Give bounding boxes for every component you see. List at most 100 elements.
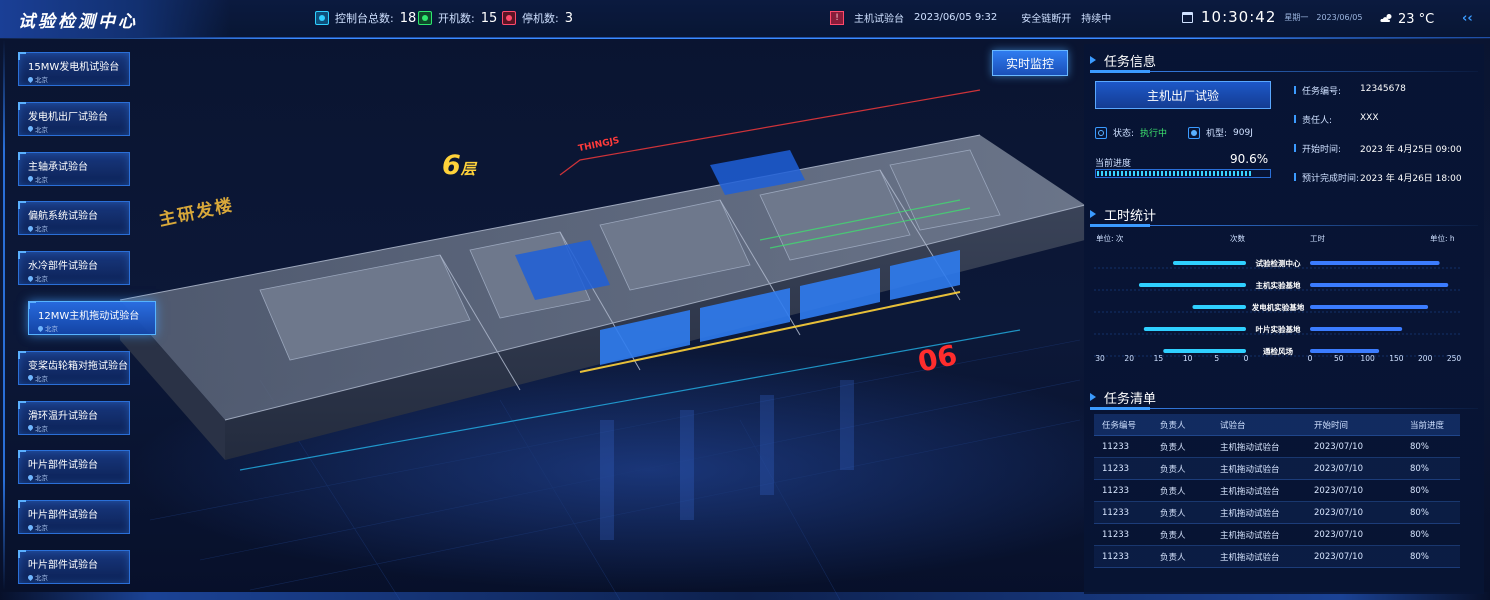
temperature: 23 °C: [1398, 12, 1435, 27]
bench-item[interactable]: 叶片部件试验台 北京: [18, 500, 130, 535]
table-cell: 80%: [1410, 529, 1429, 540]
right-axis-tick: 50: [1334, 354, 1344, 363]
table-cell: 主机拖动试验台: [1220, 442, 1280, 453]
realtime-monitor-button[interactable]: 实时监控: [992, 50, 1068, 76]
column-header: 任务编号: [1102, 420, 1137, 431]
table-cell: 11233: [1102, 551, 1130, 562]
left-axis-tick: 20: [1124, 354, 1134, 363]
table-cell: 负责人: [1160, 486, 1186, 497]
unit-right-label: 单位: h: [1430, 233, 1455, 243]
left-axis-tick: 10: [1183, 354, 1193, 363]
bench-location: 北京: [26, 124, 48, 134]
table-row[interactable]: 11233 负责人 主机拖动试验台 2023/07/10 80%: [1094, 524, 1460, 546]
location-pin-icon: [26, 424, 35, 432]
bench-name: 发电机出厂试验台: [28, 111, 108, 123]
bench-location: 北京: [26, 472, 48, 482]
bench-location: 北京: [26, 373, 48, 383]
hours-chart: 单位: 次 次数 工时 单位: h 试验检测中心主机实验基地发电机实验基地叶片实验基地通…: [1094, 233, 1462, 363]
bench-name: 变桨齿轮箱对拖试验台: [28, 360, 128, 372]
task-field-eta: 预计完成时间: 2023 年 4月26日 18:00: [1294, 171, 1462, 184]
bench-item[interactable]: 叶片部件试验台 北京: [18, 450, 130, 485]
task-field-start: 开始时间: 2023 年 4月25日 09:00: [1294, 142, 1462, 155]
bench-location: 北京: [26, 174, 48, 184]
location-pin-icon: [26, 523, 35, 531]
bench-location: 北京: [26, 423, 48, 433]
bench-name: 叶片部件试验台: [28, 510, 98, 522]
table-cell: 主机拖动试验台: [1220, 530, 1280, 541]
stopped-icon: [502, 11, 516, 25]
collapse-icon[interactable]: ‹‹: [1462, 11, 1473, 26]
top-header: 试验检测中心 控制台总数: 18 开机数: 15 停机数: 3 ! 主机试验台 …: [0, 0, 1490, 38]
alarm-ticker[interactable]: ! 主机试验台 2023/06/05 9:32 安全链断开 持续中: [830, 10, 1111, 25]
table-row[interactable]: 11233 负责人 主机拖动试验台 2023/07/10 80%: [1094, 458, 1460, 480]
task-name-button[interactable]: 主机出厂试验: [1095, 81, 1271, 109]
table-cell: 11233: [1102, 485, 1130, 496]
model-row: 机型: 909J: [1188, 126, 1253, 139]
task-table: 任务编号 负责人 试验台 开始时间 当前进度 11233 负责人 主机拖动试验台 2023/07…: [1094, 414, 1460, 568]
right-axis-tick: 0: [1308, 354, 1313, 363]
status-icon: [1095, 126, 1107, 139]
bench-item[interactable]: 水冷部件试验台 北京: [18, 251, 130, 286]
progress-fill: [1097, 171, 1253, 176]
stat-console-total: 控制台总数: 18: [315, 10, 416, 26]
progress-bar: [1095, 169, 1271, 178]
section-arrow-icon: [1090, 393, 1096, 401]
task-info-title: 任务信息: [1090, 50, 1478, 70]
bench-item[interactable]: 变桨齿轮箱对拖试验台 北京: [18, 350, 130, 385]
column-header: 开始时间: [1314, 420, 1349, 431]
left-edge-line: [3, 40, 5, 590]
table-cell: 80%: [1410, 507, 1429, 518]
table-cell: 80%: [1410, 551, 1429, 562]
task-list-title: 任务清单: [1090, 387, 1478, 407]
table-cell: 2023/07/10: [1314, 507, 1363, 518]
right-axis-tick: 100: [1360, 354, 1375, 363]
progress-value: 90.6%: [1230, 152, 1269, 166]
count-bar: [1192, 305, 1246, 309]
table-row[interactable]: 11233 负责人 主机拖动试验台 2023/07/10 80%: [1094, 480, 1460, 502]
bench-item[interactable]: 主轴承试验台 北京: [18, 151, 130, 186]
left-axis-tick: 5: [1214, 354, 1219, 363]
bench-location: 北京: [26, 273, 48, 283]
bench-item[interactable]: 发电机出厂试验台 北京: [18, 101, 130, 136]
bench-location: 北京: [26, 223, 48, 233]
model-icon: [1188, 126, 1200, 139]
section-underline: [1090, 70, 1478, 73]
unit-left-label: 单位: 次: [1096, 233, 1124, 243]
location-pin-icon: [26, 374, 35, 382]
bench-name: 12MW主机拖动试验台: [38, 311, 140, 322]
progress-label: 当前进度: [1095, 159, 1132, 169]
section-arrow-icon: [1090, 56, 1096, 64]
category-label: 叶片实验基地: [1256, 324, 1301, 334]
hours-stats-title: 工时统计: [1090, 204, 1478, 224]
section-arrow-icon: [1090, 210, 1096, 218]
bench-item[interactable]: 12MW主机拖动试验台 北京: [28, 301, 156, 335]
table-row[interactable]: 11233 负责人 主机拖动试验台 2023/07/10 80%: [1094, 436, 1460, 458]
table-cell: 2023/07/10: [1314, 529, 1363, 540]
bench-item[interactable]: 叶片部件试验台 北京: [18, 550, 130, 584]
table-row[interactable]: 11233 负责人 主机拖动试验台 2023/07/10 80%: [1094, 546, 1460, 568]
category-label: 通检风场: [1263, 346, 1293, 356]
bench-item[interactable]: 滑环温升试验台 北京: [18, 400, 130, 435]
table-cell: 80%: [1410, 441, 1429, 452]
stat-running: 开机数: 15: [418, 10, 497, 26]
table-cell: 负责人: [1160, 442, 1186, 453]
right-axis-tick: 200: [1418, 354, 1433, 363]
table-cell: 负责人: [1160, 552, 1186, 563]
bench-item[interactable]: 偏航系统试验台 北京: [18, 201, 130, 236]
bench-name: 滑环温升试验台: [28, 410, 98, 422]
location-pin-icon: [26, 125, 35, 133]
task-field-id: 任务编号: 12345678: [1294, 84, 1406, 97]
bench-name: 偏航系统试验台: [28, 211, 98, 223]
table-cell: 负责人: [1160, 508, 1186, 519]
stat-stopped: 停机数: 3: [502, 10, 573, 26]
bench-item[interactable]: 15MW发电机试验台 北京: [18, 52, 130, 86]
cloudy-sun-icon: [1380, 14, 1392, 22]
hours-bar: [1310, 327, 1403, 331]
left-axis-tick: 15: [1154, 354, 1164, 363]
table-row[interactable]: 11233 负责人 主机拖动试验台 2023/07/10 80%: [1094, 502, 1460, 524]
category-label: 试验检测中心: [1256, 258, 1301, 268]
section-underline: [1090, 407, 1478, 410]
category-label: 主机实验基地: [1256, 280, 1301, 290]
location-pin-icon: [26, 573, 35, 581]
table-cell: 2023/07/10: [1314, 485, 1363, 496]
